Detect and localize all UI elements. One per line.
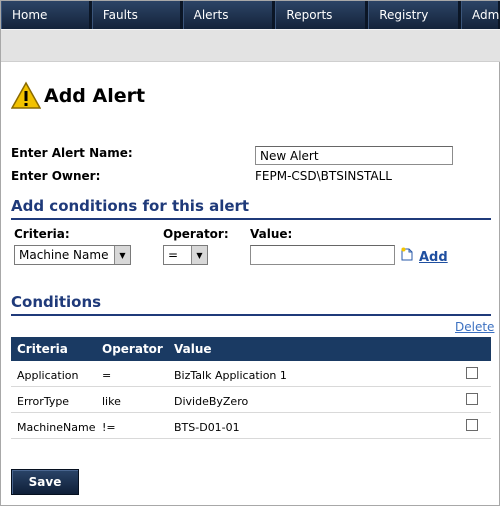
cell-criteria: MachineName: [17, 421, 96, 434]
warning-icon: [11, 81, 41, 109]
table-row: MachineName != BTS-D01-01: [11, 413, 491, 439]
tab-alerts[interactable]: Alerts: [182, 1, 276, 29]
page-header: Add Alert: [11, 81, 145, 111]
value-input[interactable]: [250, 245, 395, 265]
table-row: Application = BizTalk Application 1: [11, 361, 491, 387]
column-header-operator: Operator: [102, 342, 163, 356]
cell-operator: like: [102, 395, 121, 408]
table-row: ErrorType like DivideByZero: [11, 387, 491, 413]
cell-criteria: ErrorType: [17, 395, 70, 408]
cell-criteria: Application: [17, 369, 79, 382]
alert-name-input[interactable]: [255, 146, 453, 165]
page-title: Add Alert: [44, 85, 146, 107]
cell-operator: !=: [102, 421, 116, 434]
section-divider: [11, 314, 491, 316]
tab-admin[interactable]: Adm: [460, 1, 500, 29]
tab-registry[interactable]: Registry: [368, 1, 461, 29]
tab-label: Home: [12, 8, 48, 22]
owner-label: Enter Owner:: [11, 169, 101, 183]
add-condition-icon[interactable]: [401, 247, 413, 261]
tab-home[interactable]: Home: [1, 1, 92, 29]
operator-selected-value: =: [168, 248, 179, 262]
cell-value: BTS-D01-01: [174, 421, 240, 434]
add-condition-link[interactable]: Add: [419, 250, 448, 265]
tab-label: Alerts: [193, 8, 229, 22]
save-button[interactable]: Save: [11, 469, 79, 495]
alert-name-label: Enter Alert Name:: [11, 146, 133, 160]
row-select-checkbox[interactable]: [466, 419, 478, 431]
section-divider: [11, 218, 491, 220]
table-header: Criteria Operator Value: [11, 337, 491, 361]
tab-reports[interactable]: Reports: [275, 1, 369, 29]
criteria-selected-value: Machine Name: [19, 248, 109, 262]
delete-link[interactable]: Delete: [455, 320, 494, 334]
value-label: Value:: [250, 227, 293, 241]
column-header-criteria: Criteria: [17, 342, 68, 356]
column-header-value: Value: [174, 342, 212, 356]
conditions-table: Criteria Operator Value Application = Bi…: [11, 337, 491, 439]
top-nav: Home Faults Alerts Reports Registry Adm: [1, 1, 500, 29]
tab-faults[interactable]: Faults: [91, 1, 183, 29]
criteria-dropdown[interactable]: Machine Name ▼: [14, 245, 131, 265]
row-select-checkbox[interactable]: [466, 367, 478, 379]
criteria-label: Criteria:: [14, 227, 70, 241]
chevron-down-icon[interactable]: ▼: [191, 246, 207, 264]
tab-label: Registry: [379, 8, 429, 22]
add-conditions-title: Add conditions for this alert: [11, 197, 250, 215]
operator-label: Operator:: [163, 227, 229, 241]
tab-label: Faults: [102, 8, 138, 22]
chevron-down-icon[interactable]: ▼: [114, 246, 130, 264]
sub-navigation-bar: [1, 29, 500, 62]
conditions-title: Conditions: [11, 293, 102, 311]
cell-value: DivideByZero: [174, 395, 249, 408]
row-select-checkbox[interactable]: [466, 393, 478, 405]
cell-operator: =: [102, 369, 112, 382]
owner-value: FEPM-CSD\BTSINSTALL: [255, 169, 392, 183]
operator-dropdown[interactable]: = ▼: [163, 245, 208, 265]
tab-label: Reports: [286, 8, 333, 22]
cell-value: BizTalk Application 1: [174, 369, 287, 382]
tab-label: Adm: [471, 8, 500, 22]
